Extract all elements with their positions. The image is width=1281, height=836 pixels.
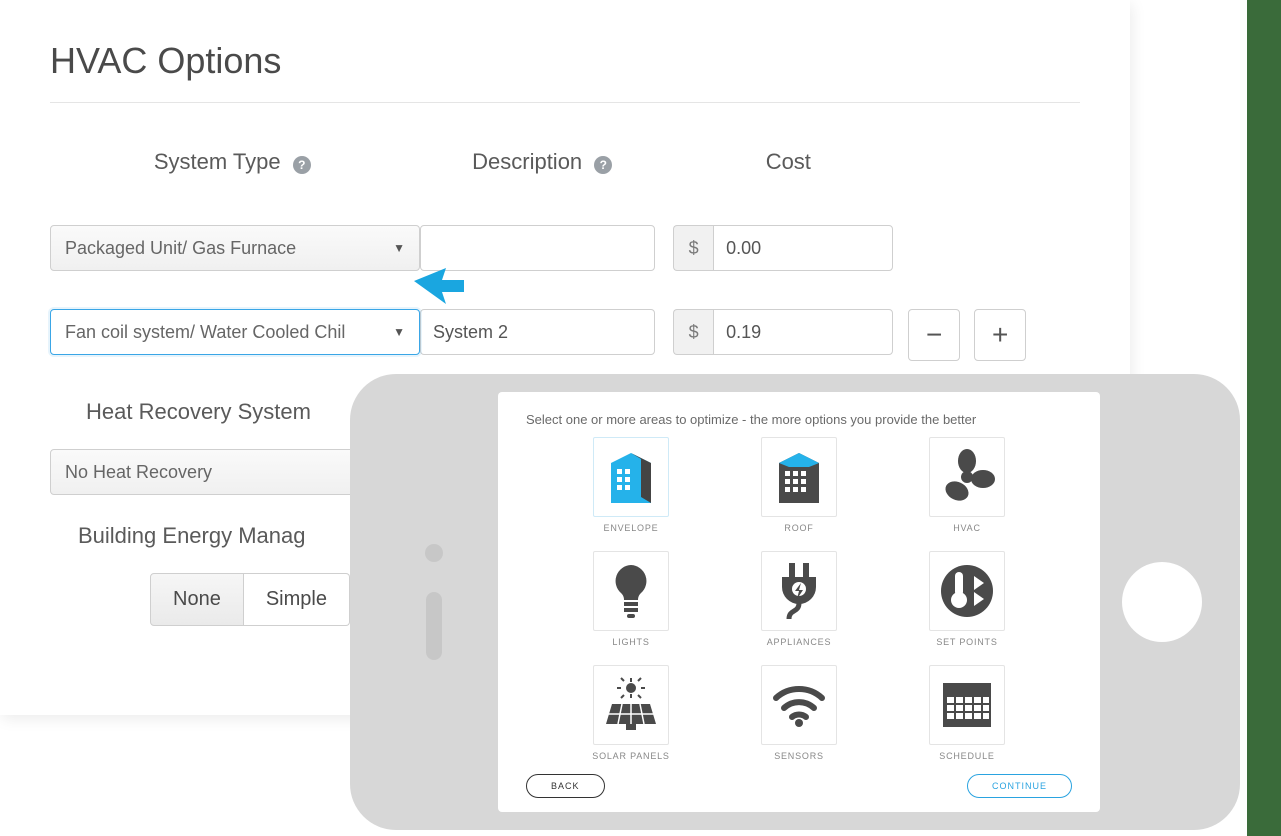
cost-input[interactable]	[713, 225, 893, 271]
solar-panel-icon	[602, 676, 660, 734]
label-description: Description ?	[415, 149, 670, 175]
tile-caption: LIGHTS	[567, 637, 695, 647]
thermostat-icon	[938, 562, 996, 620]
tile-caption: SOLAR PANELS	[567, 751, 695, 761]
tile-hvac[interactable]: HVAC	[903, 437, 1031, 533]
chevron-down-icon: ▼	[393, 241, 405, 255]
currency-prefix: $	[673, 309, 713, 355]
wifi-icon	[770, 682, 828, 728]
system-type-value: Packaged Unit/ Gas Furnace	[65, 238, 296, 259]
remove-row-button[interactable]: −	[908, 309, 960, 361]
tile-appliances[interactable]: APPLIANCES	[735, 551, 863, 647]
tile-caption: ENVELOPE	[567, 523, 695, 533]
hvac-row: Packaged Unit/ Gas Furnace ▼ $	[50, 225, 1080, 271]
system-type-select[interactable]: Fan coil system/ Water Cooled Chil ▼	[50, 309, 420, 355]
optimize-grid: ENVELOPE ROOF	[526, 437, 1072, 761]
device-sensors	[398, 544, 470, 660]
hvac-row: Fan coil system/ Water Cooled Chil ▼ $ −…	[50, 309, 1080, 361]
bem-option-none[interactable]: None	[150, 573, 244, 626]
tile-caption: ROOF	[735, 523, 863, 533]
building-envelope-icon	[603, 447, 659, 507]
label-description-text: Description	[472, 149, 582, 174]
back-button[interactable]: BACK	[526, 774, 605, 798]
chevron-down-icon: ▼	[393, 325, 405, 339]
tile-caption: APPLIANCES	[735, 637, 863, 647]
label-system-type: System Type ?	[50, 149, 415, 175]
help-icon[interactable]: ?	[594, 156, 612, 174]
screen-footer: BACK CONTINUE	[526, 774, 1072, 798]
device-home-button	[1122, 562, 1202, 642]
tile-solar[interactable]: SOLAR PANELS	[567, 665, 695, 761]
continue-button[interactable]: CONTINUE	[967, 774, 1072, 798]
tile-caption: SENSORS	[735, 751, 863, 761]
tile-lights[interactable]: LIGHTS	[567, 551, 695, 647]
tile-caption: SCHEDULE	[903, 751, 1031, 761]
tile-caption: SET POINTS	[903, 637, 1031, 647]
cost-input-group: $	[673, 225, 908, 271]
system-type-select[interactable]: Packaged Unit/ Gas Furnace ▼	[50, 225, 420, 271]
add-row-button[interactable]: +	[974, 309, 1026, 361]
page-accent-bar	[1247, 0, 1281, 836]
cost-input-group: $	[673, 309, 908, 355]
tile-schedule[interactable]: SCHEDULE	[903, 665, 1031, 761]
divider	[50, 102, 1080, 103]
optimize-instructions: Select one or more areas to optimize - t…	[526, 412, 1072, 427]
tablet-device: Select one or more areas to optimize - t…	[350, 374, 1240, 830]
optimize-screen: Select one or more areas to optimize - t…	[498, 392, 1100, 812]
building-roof-icon	[771, 447, 827, 507]
heat-recovery-value: No Heat Recovery	[65, 462, 212, 483]
calendar-icon	[939, 679, 995, 731]
fan-icon	[939, 449, 995, 505]
tile-setpoints[interactable]: SET POINTS	[903, 551, 1031, 647]
system-type-value: Fan coil system/ Water Cooled Chil	[65, 322, 345, 343]
bem-option-simple[interactable]: Simple	[244, 573, 350, 626]
tile-caption: HVAC	[903, 523, 1031, 533]
page-title: HVAC Options	[50, 40, 1080, 82]
label-cost: Cost	[670, 149, 907, 175]
cost-input[interactable]	[713, 309, 893, 355]
field-labels-row: System Type ? Description ? Cost	[50, 149, 1080, 203]
lightbulb-icon	[609, 561, 653, 621]
pointer-arrow-icon	[412, 264, 464, 310]
help-icon[interactable]: ?	[293, 156, 311, 174]
tile-roof[interactable]: ROOF	[735, 437, 863, 533]
label-system-type-text: System Type	[154, 149, 281, 174]
plug-icon	[774, 561, 824, 621]
tile-envelope[interactable]: ENVELOPE	[567, 437, 695, 533]
tile-sensors[interactable]: SENSORS	[735, 665, 863, 761]
description-input[interactable]	[420, 309, 655, 355]
currency-prefix: $	[673, 225, 713, 271]
